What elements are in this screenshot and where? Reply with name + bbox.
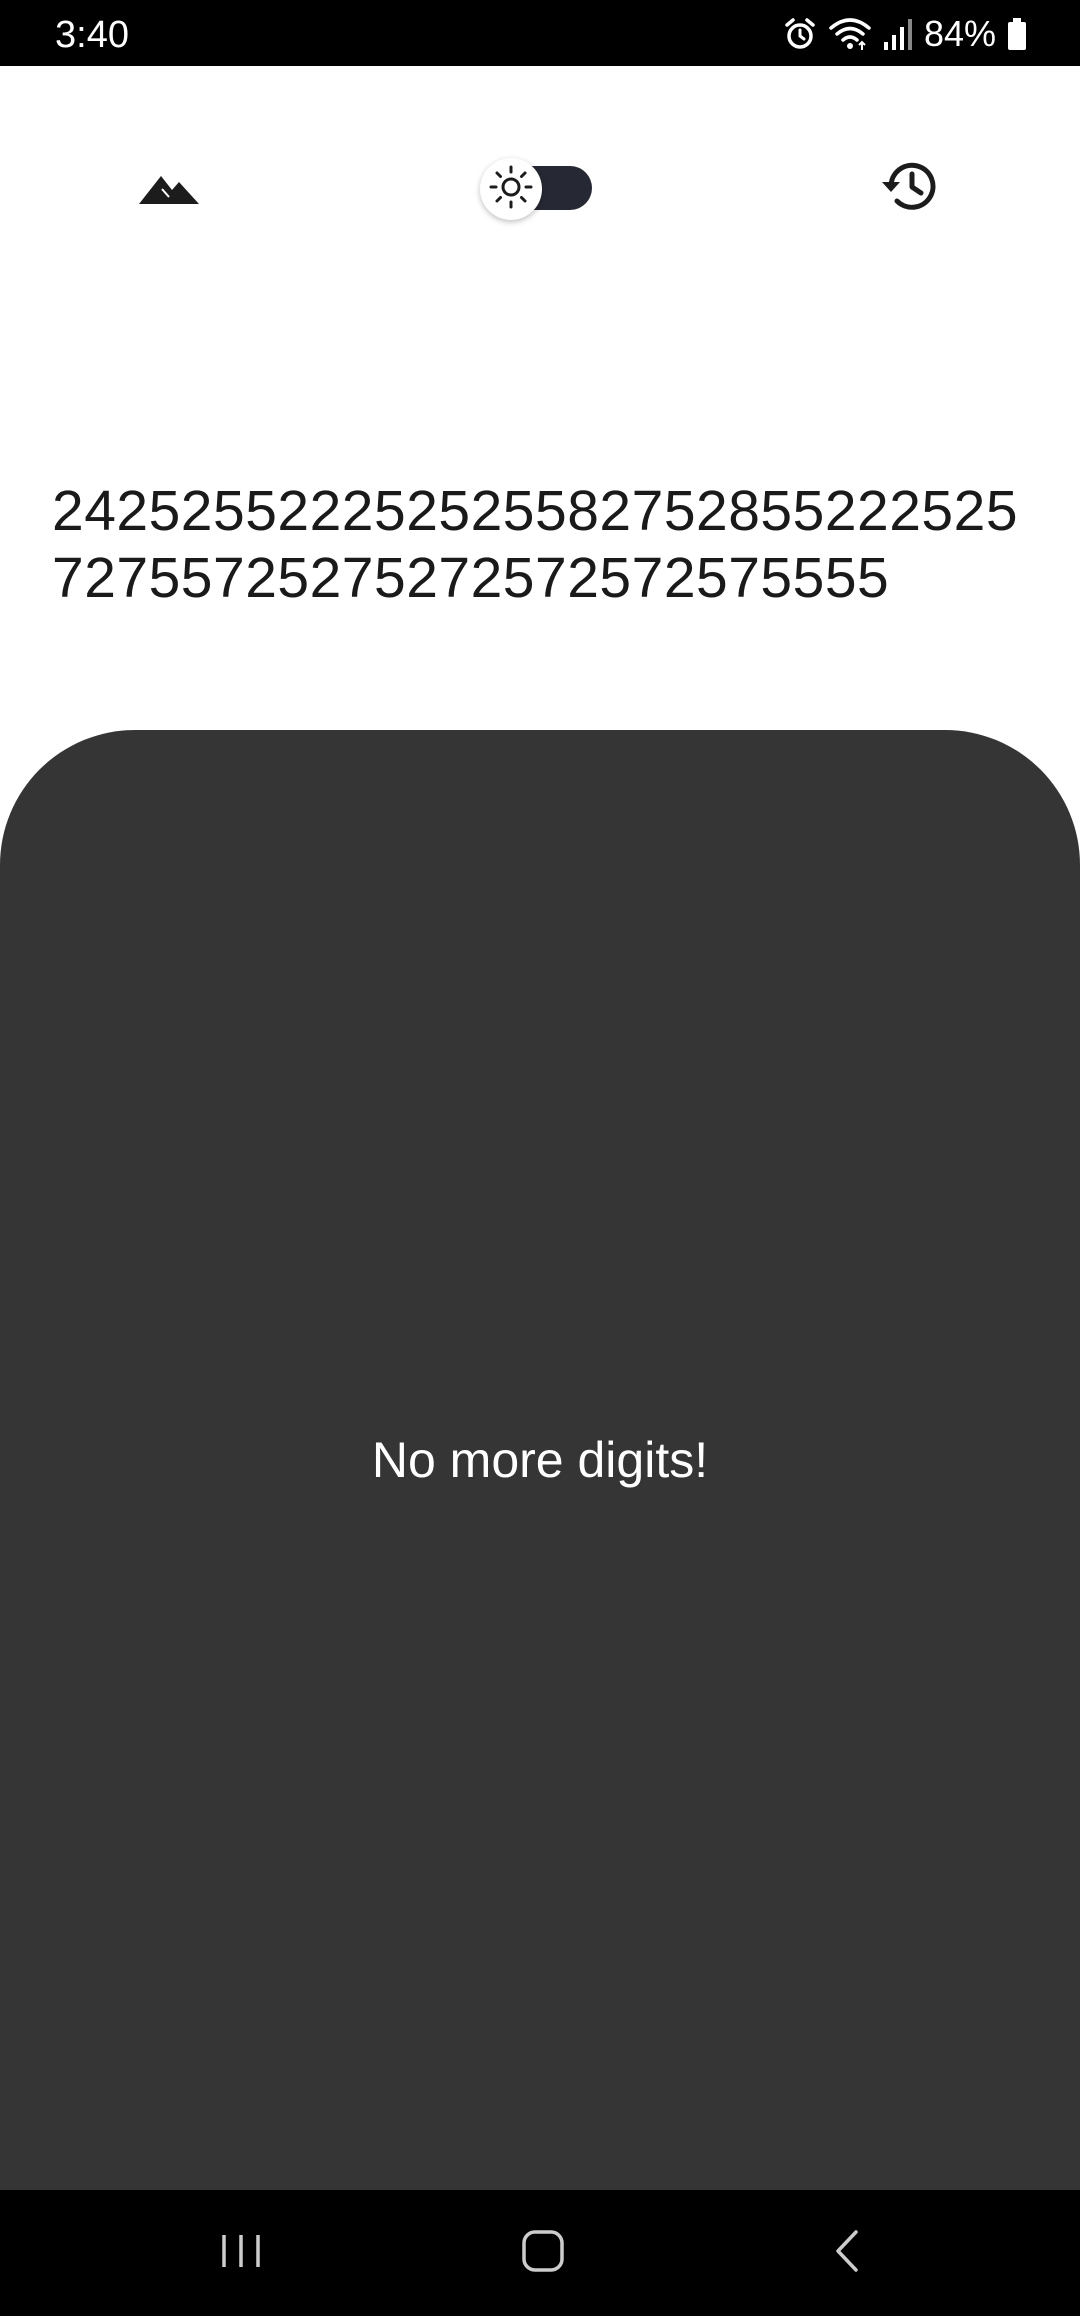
signal-icon: [882, 16, 914, 52]
status-icons: 84%: [782, 12, 1028, 56]
system-nav-bar: [0, 2190, 1080, 2316]
no-more-digits-message: No more digits!: [371, 1432, 709, 1488]
status-bar: 3:40 84%: [0, 0, 1080, 66]
home-icon: [520, 2228, 566, 2279]
battery-icon: [1006, 16, 1028, 52]
wifi-icon: [828, 16, 872, 52]
digits-display: 2425255222525255827528552225257275572527…: [52, 479, 1019, 610]
back-icon: [832, 2228, 862, 2279]
status-time: 3:40: [55, 14, 129, 56]
history-icon: [879, 158, 939, 219]
mountain-icon: [139, 172, 201, 211]
recents-button[interactable]: [206, 2220, 276, 2286]
keypad-panel: No more digits!: [0, 730, 1080, 2190]
sun-icon: [488, 164, 534, 215]
battery-percent: 84%: [923, 13, 996, 54]
alarm-icon: [782, 16, 818, 52]
history-button[interactable]: [875, 154, 943, 222]
theme-toggle[interactable]: [480, 158, 595, 220]
top-toolbar: [0, 66, 1080, 306]
toggle-thumb: [480, 158, 542, 220]
back-button[interactable]: [812, 2220, 882, 2286]
landscape-button[interactable]: [130, 161, 210, 221]
home-button[interactable]: [508, 2220, 578, 2286]
recents-icon: [218, 2231, 264, 2276]
